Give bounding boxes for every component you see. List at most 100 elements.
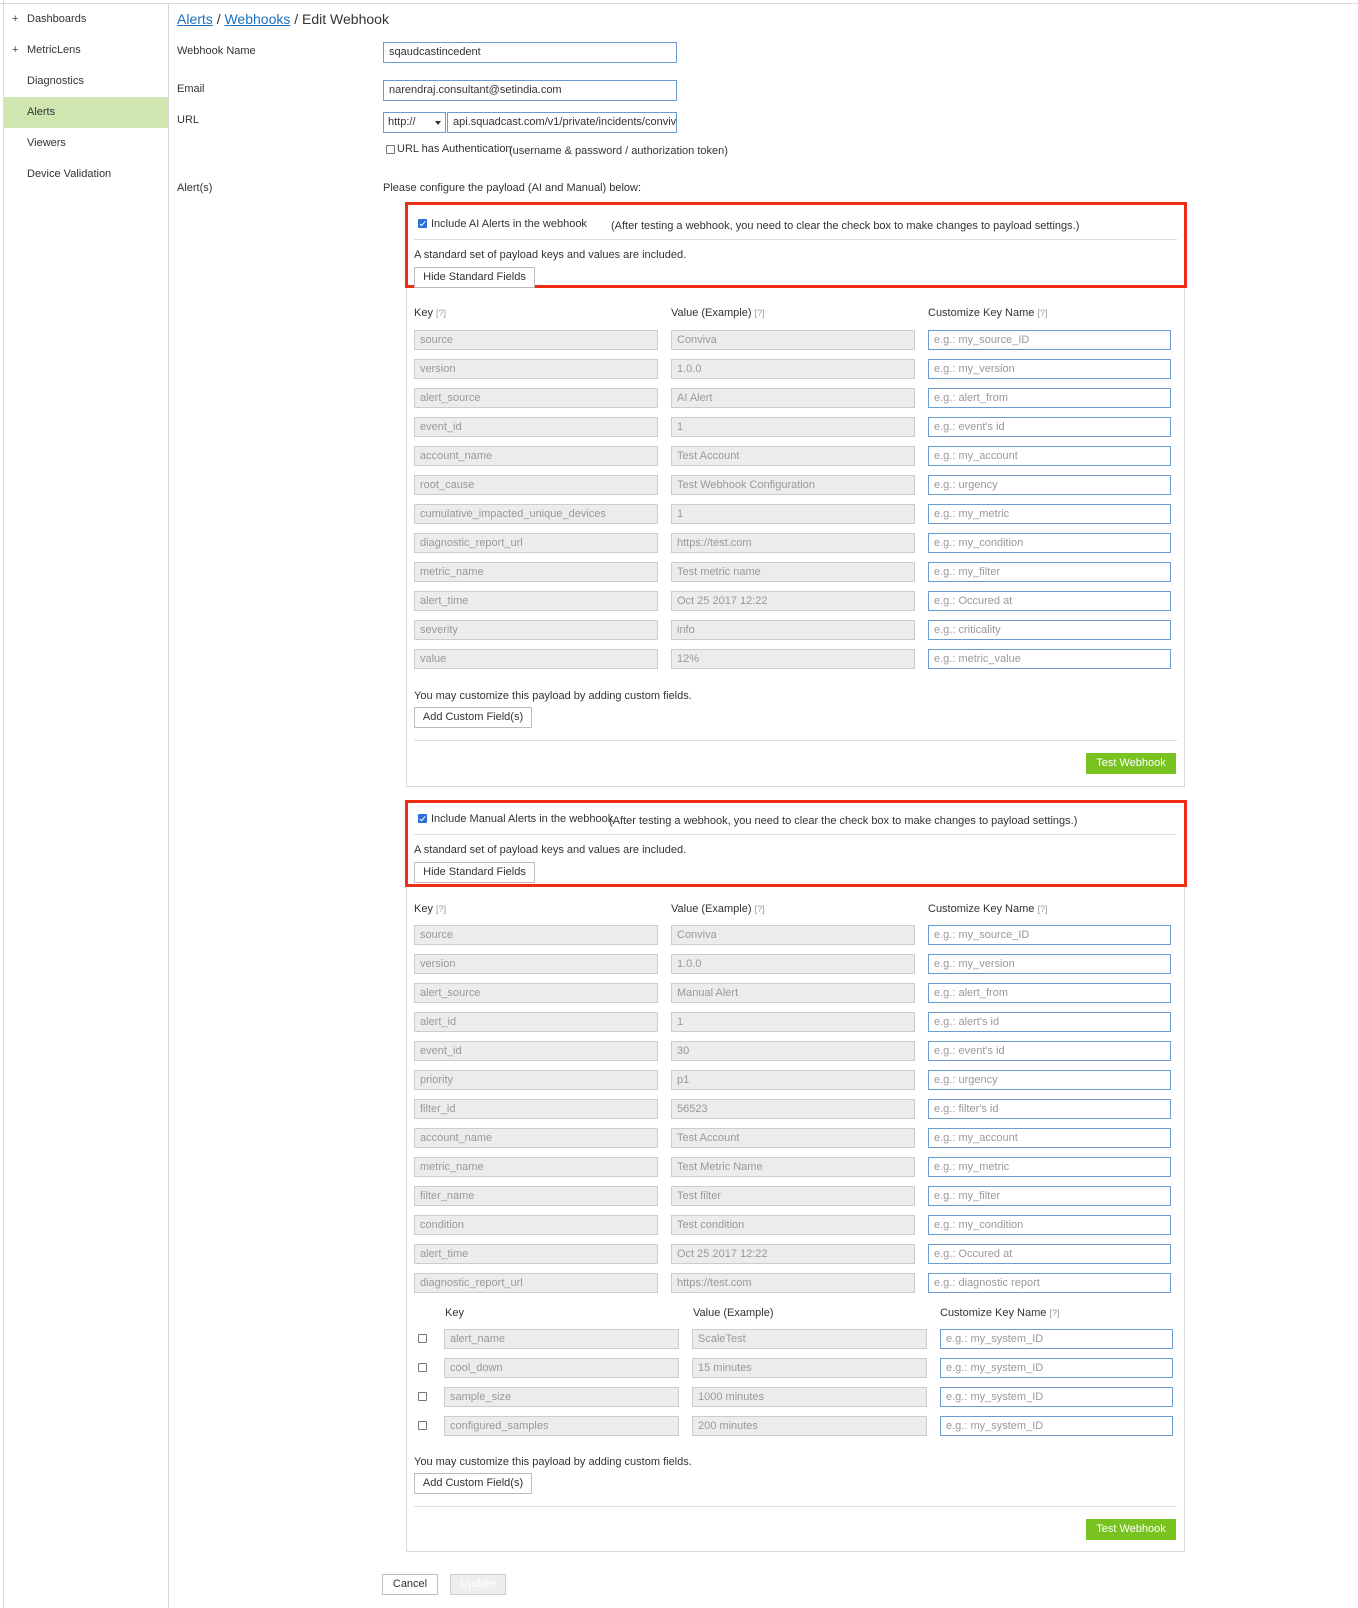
- help-icon[interactable]: [?]: [436, 308, 446, 318]
- optional-field-checkbox[interactable]: [418, 1421, 427, 1430]
- custom-key-input[interactable]: e.g.: Occured at: [928, 1244, 1171, 1264]
- key-field: metric_name: [414, 562, 658, 582]
- custom-key-input[interactable]: e.g.: my_filter: [928, 1186, 1171, 1206]
- custom-key-input[interactable]: e.g.: my_account: [928, 446, 1171, 466]
- value-field: Test Account: [671, 1128, 915, 1148]
- value-field: 1.0.0: [671, 359, 915, 379]
- url-input[interactable]: api.squadcast.com/v1/private/incidents/c…: [447, 112, 677, 133]
- custom-key-input[interactable]: e.g.: urgency: [928, 475, 1171, 495]
- help-icon[interactable]: [?]: [755, 308, 765, 318]
- custom-key-input[interactable]: e.g.: alert's id: [928, 1012, 1171, 1032]
- ai-hide-standard-button[interactable]: Hide Standard Fields: [414, 267, 535, 288]
- sidebar-item-alerts[interactable]: Alerts: [4, 97, 168, 128]
- expand-plus-icon: +: [12, 44, 19, 56]
- alerts-label: Alert(s): [177, 182, 213, 194]
- custom-key-input[interactable]: e.g.: metric_value: [928, 649, 1171, 669]
- sidebar-item-label: Viewers: [27, 137, 66, 149]
- ai-custom-text: You may customize this payload by adding…: [414, 690, 692, 702]
- url-auth-checkbox[interactable]: [386, 145, 395, 154]
- custom-key-input[interactable]: e.g.: my_source_ID: [928, 330, 1171, 350]
- ai-include-checkbox[interactable]: [418, 219, 427, 228]
- key-field: sample_size: [444, 1387, 679, 1407]
- value-field: Test metric name: [671, 562, 915, 582]
- breadcrumb-link-alerts[interactable]: Alerts: [177, 11, 213, 27]
- manual-include-checkbox[interactable]: [418, 814, 427, 823]
- key-field: source: [414, 925, 658, 945]
- email-input[interactable]: narendraj.consultant@setindia.com: [383, 80, 677, 101]
- sidebar-item-label: Diagnostics: [27, 75, 84, 87]
- breadcrumb-separator: /: [294, 11, 299, 27]
- custom-key-input[interactable]: e.g.: my_source_ID: [928, 925, 1171, 945]
- key-field: account_name: [414, 1128, 658, 1148]
- custom-key-input[interactable]: e.g.: my_filter: [928, 562, 1171, 582]
- url-scheme-select[interactable]: http://: [383, 112, 446, 133]
- help-icon[interactable]: [?]: [1049, 1308, 1059, 1318]
- divider: [414, 740, 1177, 741]
- custom-key-input[interactable]: e.g.: event's id: [928, 1041, 1171, 1061]
- manual-hide-standard-button[interactable]: Hide Standard Fields: [414, 862, 535, 883]
- custom-key-input[interactable]: e.g.: Occured at: [928, 591, 1171, 611]
- key-field: filter_name: [414, 1186, 658, 1206]
- value-field: info: [671, 620, 915, 640]
- key-field: value: [414, 649, 658, 669]
- optional-field-checkbox[interactable]: [418, 1363, 427, 1372]
- sidebar-item-device-validation[interactable]: Device Validation: [4, 159, 168, 190]
- sidebar-item-label: Alerts: [27, 106, 56, 118]
- divider: [414, 834, 1177, 835]
- sidebar-item-metriclens[interactable]: + MetricLens: [4, 35, 168, 66]
- key-field: filter_id: [414, 1099, 658, 1119]
- custom-key-input[interactable]: e.g.: alert_from: [928, 388, 1171, 408]
- custom-key-input[interactable]: e.g.: my_account: [928, 1128, 1171, 1148]
- help-icon[interactable]: [?]: [436, 904, 446, 914]
- manual-col-value: Value (Example) [?]: [671, 903, 765, 915]
- manual-standard-text: A standard set of payload keys and value…: [414, 844, 687, 856]
- key-field: alert_name: [444, 1329, 679, 1349]
- custom-key-input[interactable]: e.g.: event's id: [928, 417, 1171, 437]
- help-icon[interactable]: [?]: [1037, 308, 1047, 318]
- optional-field-checkbox[interactable]: [418, 1392, 427, 1401]
- custom-key-input[interactable]: e.g.: diagnostic report: [928, 1273, 1171, 1293]
- optional-field-checkbox[interactable]: [418, 1334, 427, 1343]
- ai-add-custom-button[interactable]: Add Custom Field(s): [414, 707, 532, 728]
- custom-key-input[interactable]: e.g.: my_condition: [928, 1215, 1171, 1235]
- manual-col-custom: Customize Key Name [?]: [928, 903, 1048, 915]
- custom-key-input[interactable]: e.g.: my_system_ID: [940, 1329, 1173, 1349]
- breadcrumb-link-webhooks[interactable]: Webhooks: [224, 11, 290, 27]
- value-field: p1: [671, 1070, 915, 1090]
- custom-key-input[interactable]: e.g.: my_system_ID: [940, 1387, 1173, 1407]
- webhook-name-input[interactable]: sqaudcastincedent: [383, 42, 677, 63]
- manual-add-custom-button[interactable]: Add Custom Field(s): [414, 1473, 532, 1494]
- custom-key-input[interactable]: e.g.: my_metric: [928, 1157, 1171, 1177]
- ai-standard-text: A standard set of payload keys and value…: [414, 249, 687, 261]
- custom-key-input[interactable]: e.g.: my_version: [928, 359, 1171, 379]
- breadcrumb-current: Edit Webhook: [302, 11, 389, 27]
- value-field: Conviva: [671, 330, 915, 350]
- manual-include-label: Include Manual Alerts in the webhook: [431, 813, 614, 825]
- manual-test-webhook-button[interactable]: Test Webhook: [1086, 1519, 1176, 1540]
- key-field: diagnostic_report_url: [414, 533, 658, 553]
- ai-include-hint: (After testing a webhook, you need to cl…: [611, 220, 1080, 232]
- sidebar-item-viewers[interactable]: Viewers: [4, 128, 168, 159]
- custom-key-input[interactable]: e.g.: my_system_ID: [940, 1416, 1173, 1436]
- help-icon[interactable]: [?]: [1037, 904, 1047, 914]
- sidebar-item-diagnostics[interactable]: Diagnostics: [4, 66, 168, 97]
- custom-key-input[interactable]: e.g.: my_metric: [928, 504, 1171, 524]
- value-field: 1: [671, 504, 915, 524]
- sidebar-item-label: Device Validation: [27, 168, 112, 180]
- custom-key-input[interactable]: e.g.: criticality: [928, 620, 1171, 640]
- custom-key-input[interactable]: e.g.: filter's id: [928, 1099, 1171, 1119]
- key-field: configured_samples: [444, 1416, 679, 1436]
- url-auth-label: URL has Authentication: [397, 143, 512, 155]
- update-button[interactable]: Update: [450, 1574, 506, 1595]
- help-icon[interactable]: [?]: [755, 904, 765, 914]
- value-field: Manual Alert: [671, 983, 915, 1003]
- custom-key-input[interactable]: e.g.: my_version: [928, 954, 1171, 974]
- sidebar-item-dashboards[interactable]: + Dashboards: [4, 4, 168, 35]
- custom-key-input[interactable]: e.g.: my_condition: [928, 533, 1171, 553]
- custom-key-input[interactable]: e.g.: my_system_ID: [940, 1358, 1173, 1378]
- custom-key-input[interactable]: e.g.: alert_from: [928, 983, 1171, 1003]
- value-field: 12%: [671, 649, 915, 669]
- ai-test-webhook-button[interactable]: Test Webhook: [1086, 753, 1176, 774]
- custom-key-input[interactable]: e.g.: urgency: [928, 1070, 1171, 1090]
- cancel-button[interactable]: Cancel: [382, 1574, 438, 1595]
